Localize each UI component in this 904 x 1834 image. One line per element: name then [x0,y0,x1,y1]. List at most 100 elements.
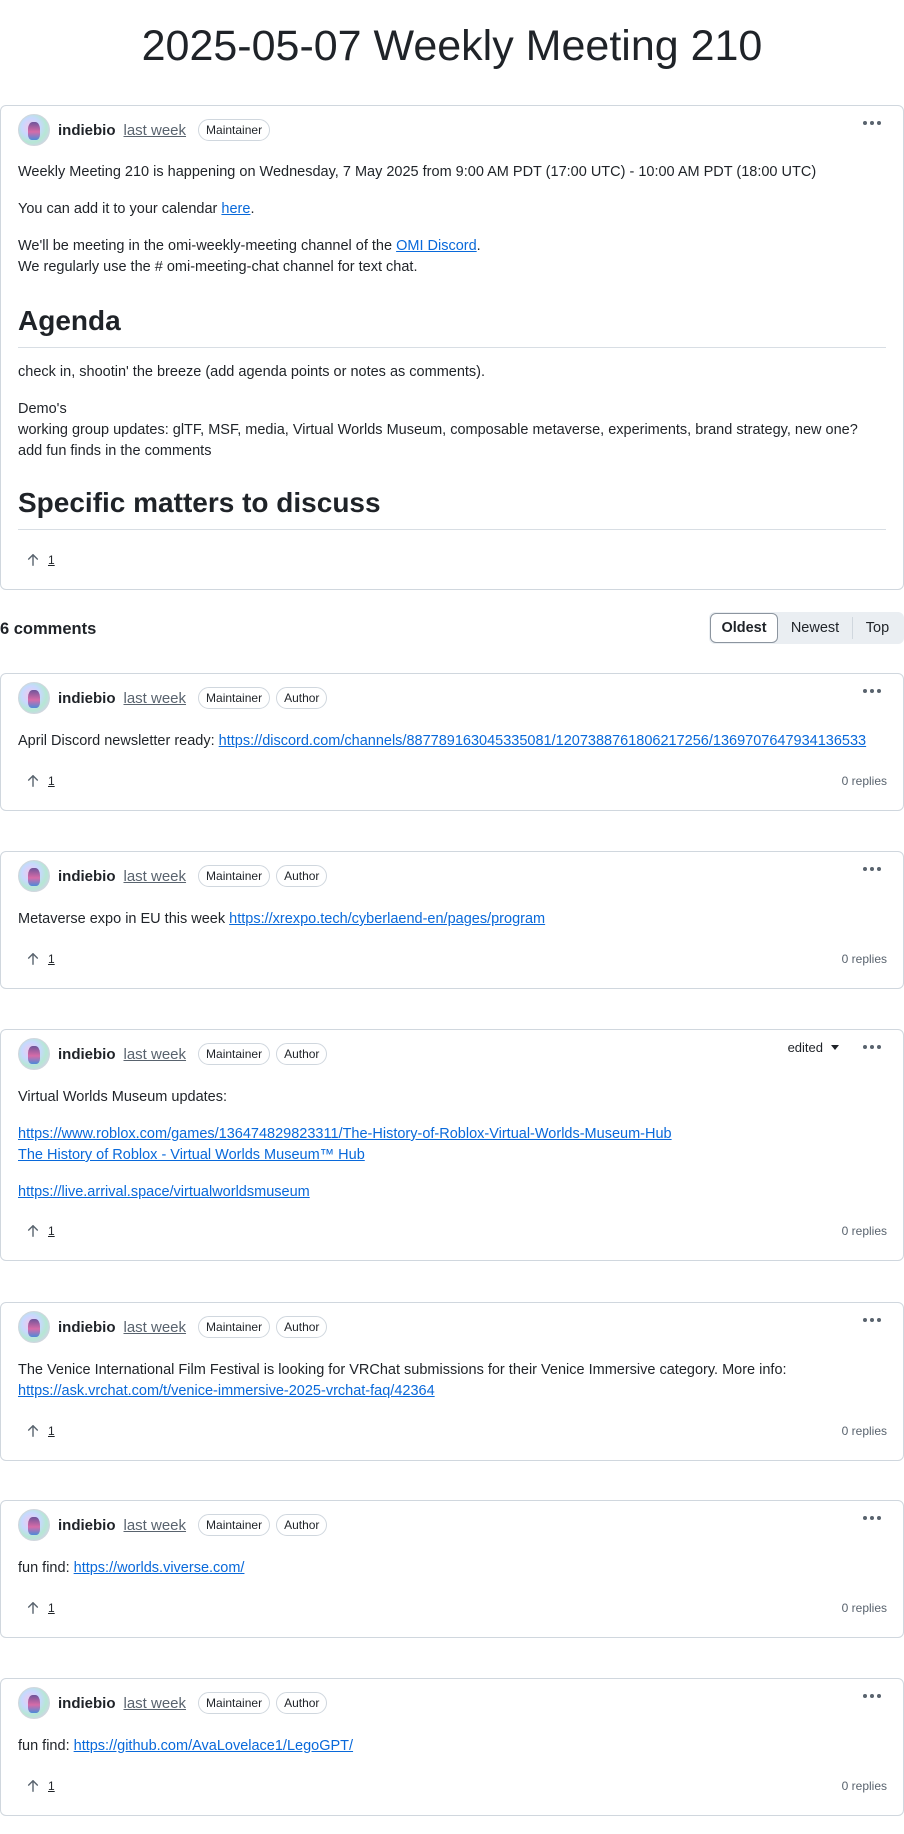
arrival-space-link[interactable]: https://live.arrival.space/virtualworlds… [18,1184,310,1200]
author-badge: Author [276,1043,328,1065]
comment-card: indiebio last week Maintainer Author fun… [0,1678,904,1816]
comment-links: https://live.arrival.space/virtualworlds… [18,1182,886,1203]
comment-header: indiebio last week Maintainer Author [18,1686,328,1720]
upvote-button[interactable]: 1 [18,547,63,573]
upvote-button[interactable]: 1 [18,946,63,972]
upvote-count: 1 [48,774,55,788]
timestamp-link[interactable]: last week [124,1695,187,1712]
avatar[interactable] [18,860,50,892]
upvote-count: 1 [48,952,55,966]
author-name[interactable]: indiebio [58,690,116,707]
legogpt-link[interactable]: https://github.com/AvaLovelace1/LegoGPT/ [74,1738,353,1754]
calendar-link[interactable]: here [221,201,250,217]
avatar[interactable] [18,114,50,146]
upvote-button[interactable]: 1 [18,1418,63,1444]
comment-header: indiebio last week Maintainer Author [18,681,328,715]
roblox-hub-link[interactable]: The History of Roblox - Virtual Worlds M… [18,1147,365,1163]
comment-text: April Discord newsletter ready: [18,733,219,749]
upvote-button[interactable]: 1 [18,1595,63,1621]
kebab-horizontal-icon[interactable] [863,1512,881,1524]
author-badge: Author [276,1692,328,1714]
xrexpo-link[interactable]: https://xrexpo.tech/cyberlaend-en/pages/… [229,911,545,927]
discussion-post: indiebio last week Maintainer Weekly Mee… [0,105,904,590]
avatar[interactable] [18,1509,50,1541]
maintainer-badge: Maintainer [198,1692,271,1714]
arrow-up-icon [27,554,39,566]
sort-oldest-button[interactable]: Oldest [710,613,778,643]
arrow-up-icon [27,775,39,787]
sort-top-button[interactable]: Top [852,617,902,639]
arrow-up-icon [27,953,39,965]
author-name[interactable]: indiebio [58,1046,116,1063]
edited-history-dropdown[interactable]: edited [788,1040,839,1055]
timestamp-link[interactable]: last week [124,1517,187,1534]
replies-count: 0 replies [841,1224,887,1238]
comment-text: Metaverse expo in EU this week [18,911,230,927]
author-name[interactable]: indiebio [58,868,116,885]
kebab-horizontal-icon[interactable] [863,1690,881,1702]
upvote-count: 1 [48,1424,55,1438]
maintainer-badge: Maintainer [198,119,271,141]
author-name[interactable]: indiebio [58,1517,116,1534]
upvote-button[interactable]: 1 [18,768,63,794]
comment-text: fun find: [18,1738,74,1754]
comment-body: fun find: https://github.com/AvaLovelace… [18,1736,886,1757]
meeting-time-text: Weekly Meeting 210 is happening on Wedne… [18,164,817,180]
maintainer-badge: Maintainer [198,865,271,887]
author-name[interactable]: indiebio [58,1319,116,1336]
comment-text: The Venice International Film Festival i… [18,1362,787,1378]
agenda-heading: Agenda [18,305,121,336]
comment-body: April Discord newsletter ready: https://… [18,731,886,752]
avatar[interactable] [18,1311,50,1343]
calendar-paragraph: You can add it to your calendar here. [18,199,886,220]
upvote-button[interactable]: 1 [18,1218,63,1244]
comment-text: fun find: [18,1560,74,1576]
agenda-item: add fun finds in the comments [18,443,212,459]
agenda-item: working group updates: glTF, MSF, media,… [18,422,858,438]
avatar[interactable] [18,682,50,714]
arrow-up-icon [27,1225,39,1237]
vrchat-faq-link[interactable]: https://ask.vrchat.com/t/venice-immersiv… [18,1383,435,1399]
kebab-horizontal-icon[interactable] [863,685,881,697]
kebab-horizontal-icon[interactable] [863,863,881,875]
author-badge: Author [276,1514,328,1536]
comment-body: Virtual Worlds Museum updates: [18,1087,886,1108]
agenda-item: Demo's [18,401,67,417]
sort-newest-button[interactable]: Newest [778,613,852,643]
viverse-link[interactable]: https://worlds.viverse.com/ [74,1560,245,1576]
comment-card: indiebio last week Maintainer Author edi… [0,1029,904,1261]
roblox-link[interactable]: https://www.roblox.com/games/13647482982… [18,1126,672,1142]
timestamp-link[interactable]: last week [124,1319,187,1336]
timestamp-link[interactable]: last week [124,868,187,885]
agenda-list: Demo's working group updates: glTF, MSF,… [18,399,886,462]
discord-newsletter-link[interactable]: https://discord.com/channels/88778916304… [219,733,866,749]
upvote-count: 1 [48,1224,55,1238]
agenda-item: check in, shootin' the breeze (add agend… [18,364,486,380]
arrow-up-icon [27,1425,39,1437]
avatar[interactable] [18,1038,50,1070]
maintainer-badge: Maintainer [198,1043,271,1065]
omi-discord-link[interactable]: OMI Discord [396,238,477,254]
triangle-down-icon [831,1045,839,1050]
maintainer-badge: Maintainer [198,1514,271,1536]
comments-count: 6 comments [0,620,97,638]
timestamp-link[interactable]: last week [124,1046,187,1063]
upvote-count: 1 [48,553,55,567]
avatar[interactable] [18,1687,50,1719]
post-header: indiebio last week Maintainer [18,113,271,147]
kebab-horizontal-icon[interactable] [863,117,881,129]
kebab-horizontal-icon[interactable] [863,1314,881,1326]
comment-body: The Venice International Film Festival i… [18,1360,886,1402]
replies-count: 0 replies [841,952,887,966]
author-name[interactable]: indiebio [58,1695,116,1712]
timestamp-link[interactable]: last week [124,690,187,707]
comment-text: Virtual Worlds Museum updates: [18,1089,228,1105]
kebab-horizontal-icon[interactable] [863,1041,881,1053]
author-badge: Author [276,687,328,709]
edited-label: edited [787,1040,823,1055]
timestamp-link[interactable]: last week [124,122,187,139]
replies-count: 0 replies [841,1424,887,1438]
author-name[interactable]: indiebio [58,122,116,139]
arrow-up-icon [27,1602,39,1614]
upvote-button[interactable]: 1 [18,1773,63,1799]
